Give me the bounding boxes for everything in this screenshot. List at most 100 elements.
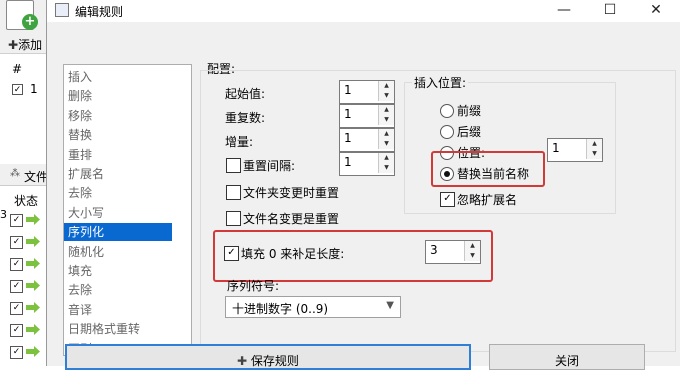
list-row-number: 1 bbox=[30, 82, 38, 96]
arrow-right-icon bbox=[26, 324, 40, 335]
start-value: 1 bbox=[344, 83, 352, 97]
file-checkbox[interactable]: ✓ bbox=[10, 280, 23, 293]
file-checkbox[interactable]: ✓ bbox=[10, 258, 23, 271]
rule-list-item[interactable]: 随机化 bbox=[68, 243, 172, 261]
rule-list-item[interactable]: 音译 bbox=[68, 301, 172, 319]
chevron-down-icon: ▼ bbox=[386, 300, 394, 311]
pad-length-spinner[interactable]: 3 ▲ ▼ bbox=[425, 240, 481, 264]
pad-length-value: 3 bbox=[430, 243, 438, 257]
rule-list-item[interactable]: 去除 bbox=[68, 281, 172, 299]
pad-zero-label: 填充 0 来补足长度: bbox=[241, 247, 345, 261]
dialog-body: 插入删除移除替换重排扩展名去除大小写序列化随机化填充去除音译日期格式重转正则 ▲… bbox=[47, 22, 680, 366]
rule-list-item[interactable]: 删除 bbox=[68, 87, 172, 105]
reset-every-value: 1 bbox=[344, 155, 352, 169]
step-value: 1 bbox=[344, 131, 352, 145]
step-label: 增量: bbox=[225, 135, 254, 149]
close-button[interactable]: 关闭 bbox=[489, 344, 645, 370]
save-rule-button[interactable]: ✚ 保存规则 bbox=[65, 344, 471, 370]
rule-type-list[interactable]: 插入删除移除替换重排扩展名去除大小写序列化随机化填充去除音译日期格式重转正则 ▲… bbox=[63, 64, 192, 356]
repeat-spinner[interactable]: 1 ▲ ▼ bbox=[339, 104, 395, 128]
files-tab[interactable]: ⁂ 文件 bbox=[0, 164, 48, 186]
rule-list-item[interactable]: 去除 bbox=[68, 184, 172, 202]
background-rule-list: # ✓ 1 bbox=[0, 54, 48, 164]
status-header: 状态 bbox=[14, 194, 39, 208]
file-row[interactable]: ✓ bbox=[10, 300, 50, 318]
file-row[interactable]: ✓ bbox=[10, 234, 50, 252]
decrement-icon[interactable]: ▼ bbox=[587, 149, 602, 159]
files-tab-label: 文件 bbox=[24, 170, 49, 184]
ignore-extension-checkbox[interactable]: ✓ bbox=[440, 192, 455, 207]
suffix-radio[interactable] bbox=[440, 125, 454, 139]
start-label: 起始值: bbox=[225, 87, 266, 101]
pad-zero-checkbox[interactable]: ✓ bbox=[224, 246, 239, 261]
arrow-right-icon bbox=[26, 214, 40, 225]
rule-list-item[interactable]: 替换 bbox=[68, 126, 172, 144]
reset-name-checkbox[interactable] bbox=[226, 211, 241, 226]
maximize-button[interactable]: ☐ bbox=[587, 0, 633, 20]
repeat-label: 重复数: bbox=[225, 111, 266, 125]
row-marker: 3 bbox=[0, 208, 7, 221]
file-checkbox[interactable]: ✓ bbox=[10, 214, 23, 227]
sequence-label: 序列符号: bbox=[227, 279, 280, 293]
replace-name-radio[interactable] bbox=[440, 167, 454, 181]
rule-list-item[interactable]: 大小写 bbox=[68, 204, 172, 222]
reset-folder-checkbox[interactable] bbox=[226, 185, 241, 200]
file-checkbox[interactable]: ✓ bbox=[10, 346, 23, 359]
rule-list-item[interactable]: 序列化 bbox=[64, 223, 172, 242]
rule-list-item[interactable]: 移除 bbox=[68, 107, 172, 125]
reset-every-checkbox[interactable] bbox=[226, 158, 241, 173]
file-checkbox[interactable]: ✓ bbox=[10, 324, 23, 337]
step-spinner[interactable]: 1 ▲ ▼ bbox=[339, 128, 395, 152]
rule-list-item[interactable]: 扩展名 bbox=[68, 165, 172, 183]
reset-folder-label: 文件夹变更时重置 bbox=[243, 186, 340, 200]
prefix-radio[interactable] bbox=[440, 104, 454, 118]
decrement-icon[interactable]: ▼ bbox=[379, 115, 394, 125]
replace-name-label: 替换当前名称 bbox=[457, 167, 530, 181]
dialog-titlebar[interactable]: 编辑规则 — ☐ ✕ bbox=[47, 0, 680, 22]
reset-every-label: 重置间隔: bbox=[243, 159, 296, 173]
arrow-right-icon bbox=[26, 236, 40, 247]
repeat-value: 1 bbox=[344, 107, 352, 121]
close-window-button[interactable]: ✕ bbox=[633, 0, 679, 20]
dialog-title: 编辑规则 bbox=[75, 5, 124, 19]
edit-rule-dialog: 编辑规则 — ☐ ✕ 插入 删除 移除 替换 重排 扩展名 去除 大小写 序列化 随机化 填充 去除音… bbox=[46, 0, 680, 370]
files-tab-icon: ⁂ bbox=[10, 168, 20, 179]
sequence-value: 十进制数字 (0..9) bbox=[232, 302, 329, 316]
background-file-list: ⁂ 文件 状态 3 ✓ ✓ ✓ ✓ ✓ ✓ ✓ bbox=[0, 164, 48, 366]
ignore-extension-label: 忽略扩展名 bbox=[457, 193, 518, 207]
start-spinner[interactable]: 1 ▲ ▼ bbox=[339, 80, 395, 104]
decrement-icon[interactable]: ▼ bbox=[465, 251, 480, 261]
plus-icon: ✚ bbox=[8, 38, 19, 52]
close-button-label: 关闭 bbox=[554, 354, 579, 368]
file-checkbox[interactable]: ✓ bbox=[10, 302, 23, 315]
arrow-right-icon bbox=[26, 302, 40, 313]
arrow-right-icon bbox=[26, 280, 40, 291]
decrement-icon[interactable]: ▼ bbox=[379, 139, 394, 149]
list-header: # bbox=[12, 62, 23, 76]
add-label: 添加 bbox=[18, 38, 43, 52]
rule-list-item[interactable]: 日期格式重转 bbox=[68, 320, 172, 338]
rule-enabled-checkbox[interactable]: ✓ bbox=[12, 84, 23, 95]
position-spinner[interactable]: 1 ▲ ▼ bbox=[547, 138, 603, 162]
arrow-right-icon bbox=[26, 258, 40, 269]
file-row[interactable]: ✓ bbox=[10, 256, 50, 274]
file-row[interactable]: ✓ bbox=[10, 344, 50, 362]
decrement-icon[interactable]: ▼ bbox=[379, 91, 394, 101]
minimize-button[interactable]: — bbox=[541, 0, 587, 20]
sequence-select[interactable]: 十进制数字 (0..9) ▼ bbox=[225, 296, 401, 318]
prefix-label: 前缀 bbox=[457, 104, 482, 118]
add-file-icon: + bbox=[22, 14, 38, 30]
file-checkbox[interactable]: ✓ bbox=[10, 236, 23, 249]
insert-position-label: 插入位置: bbox=[412, 74, 469, 91]
rule-list-item[interactable]: 插入 bbox=[68, 68, 172, 86]
file-row[interactable]: ✓ bbox=[10, 278, 50, 296]
file-row[interactable]: ✓ bbox=[10, 322, 50, 340]
position-value: 1 bbox=[552, 141, 560, 155]
suffix-label: 后缀 bbox=[457, 125, 482, 139]
decrement-icon[interactable]: ▼ bbox=[379, 163, 394, 173]
rule-list-item[interactable]: 填充 bbox=[68, 262, 172, 280]
rule-list-item[interactable]: 重排 bbox=[68, 146, 172, 164]
file-row[interactable]: ✓ bbox=[10, 212, 50, 230]
add-button[interactable]: ✚添加 bbox=[8, 36, 42, 53]
reset-every-spinner[interactable]: 1 ▲ ▼ bbox=[339, 152, 395, 176]
